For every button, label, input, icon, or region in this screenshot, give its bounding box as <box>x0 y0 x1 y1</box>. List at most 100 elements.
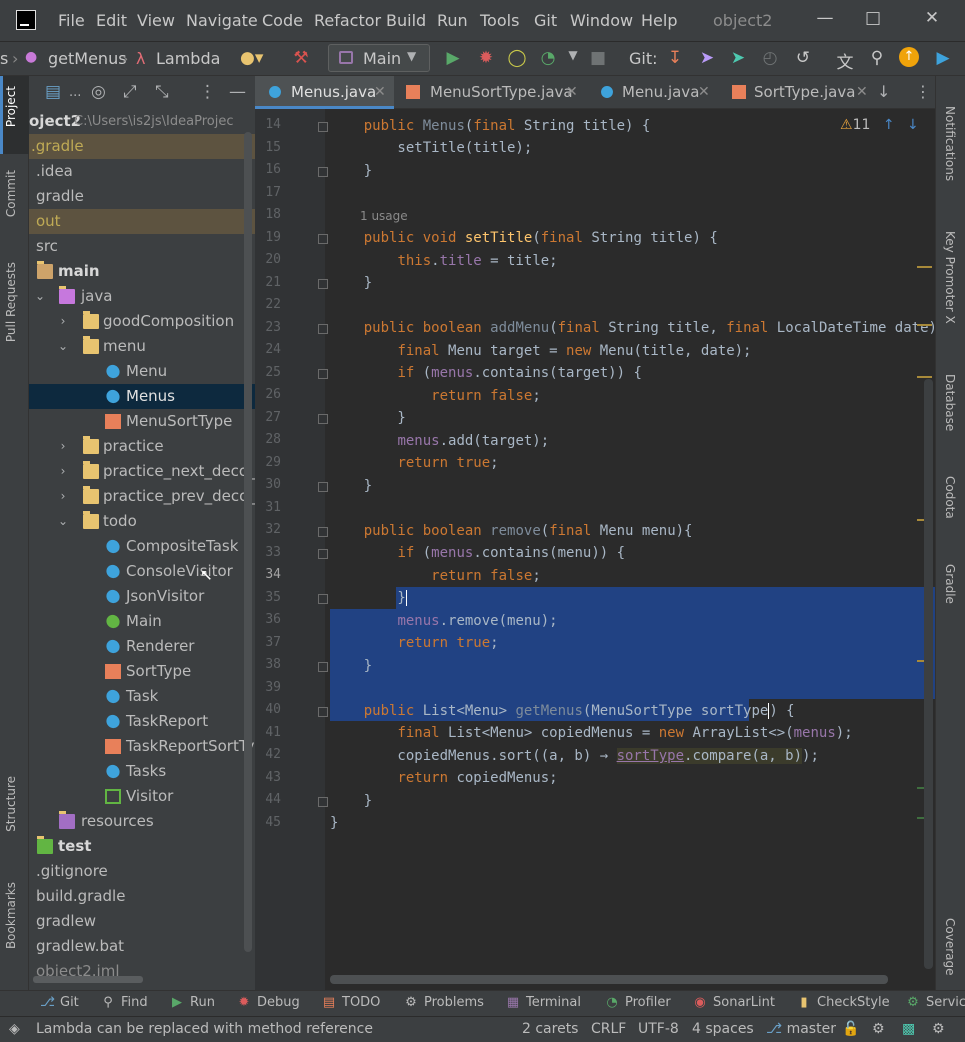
close-tab-icon[interactable]: ✕ <box>856 76 868 109</box>
tool-checkstyle[interactable]: ▮ CheckStyle <box>797 995 889 1010</box>
tool-terminal[interactable]: ▦ Terminal <box>506 995 581 1010</box>
breadcrumb-method[interactable]: getMenus <box>48 49 127 68</box>
tree-item[interactable]: out <box>29 209 255 234</box>
fold-marker-icon[interactable] <box>318 324 328 334</box>
tool-notifications[interactable]: Notifications <box>943 106 957 181</box>
tool-database[interactable]: Database <box>943 374 957 431</box>
indent-setting[interactable]: 4 spaces <box>692 1021 754 1037</box>
tree-item[interactable]: TaskReport <box>29 709 255 734</box>
tree-item[interactable]: Main <box>29 609 255 634</box>
file-encoding[interactable]: UTF-8 <box>638 1021 679 1037</box>
code-editor[interactable]: ⚠11 ↑ ↓ 1 usage public Menus(final Strin… <box>255 109 935 990</box>
update-available-icon[interactable]: ↑ <box>899 47 919 67</box>
close-tab-icon[interactable]: ✕ <box>698 76 710 109</box>
chevron-down-icon[interactable]: ⌄ <box>33 284 47 309</box>
tab-list-arrow-icon[interactable]: ↓ <box>877 82 890 101</box>
tree-item[interactable]: TaskReportSortType <box>29 734 255 759</box>
search-icon[interactable]: ⚲ <box>866 48 888 68</box>
fold-marker-icon[interactable] <box>318 279 328 289</box>
fold-marker-icon[interactable] <box>318 549 328 559</box>
tool-key-promoter[interactable]: Key Promoter X <box>943 231 957 324</box>
tree-root[interactable]: oject2 C:\Users\is2js\IdeaProjec <box>29 109 255 134</box>
maximize-icon[interactable]: □ <box>858 8 888 28</box>
tree-item[interactable]: gradle <box>29 184 255 209</box>
tab-sorttype-java[interactable]: SortType.java ✕ <box>718 76 873 109</box>
code-with-me-icon[interactable]: ▶ <box>932 48 954 68</box>
editor-scrollbar-vertical[interactable] <box>924 379 933 969</box>
tool-run[interactable]: ▶ Run <box>170 995 215 1010</box>
tree-item[interactable]: ⌄ menu <box>29 334 255 359</box>
tree-item[interactable]: test <box>29 834 255 859</box>
tool-structure[interactable]: Structure <box>4 776 18 832</box>
project-view-label[interactable]: ... <box>69 85 81 100</box>
stop-icon[interactable]: ■ <box>587 48 609 68</box>
more-run-chevron-icon[interactable]: ▼ <box>562 48 584 62</box>
tree-item[interactable]: src <box>29 234 255 259</box>
fold-marker-icon[interactable] <box>318 707 328 717</box>
debug-icon[interactable]: ✹ <box>475 48 497 68</box>
fold-marker-icon[interactable] <box>318 414 328 424</box>
coverage-run-icon[interactable]: ◯ <box>506 48 528 68</box>
build-hammer-icon[interactable]: ⚒ <box>290 48 312 68</box>
run-icon[interactable]: ▶ <box>442 48 464 68</box>
tree-item[interactable]: › practice_next_deco_for <box>29 459 255 484</box>
tool-git[interactable]: ⎇ Git <box>40 995 79 1010</box>
tool-pull-requests[interactable]: Pull Requests <box>4 262 18 342</box>
fold-marker-icon[interactable] <box>318 662 328 672</box>
warning-stripe-mark[interactable] <box>917 266 932 268</box>
status-message[interactable]: Lambda can be replaced with method refer… <box>36 1021 373 1037</box>
git-commit-icon[interactable]: ➤ <box>696 48 718 68</box>
close-tab-icon[interactable]: ✕ <box>566 76 578 109</box>
git-history-icon[interactable]: ◴ <box>759 48 781 68</box>
tree-item[interactable]: ⌄ todo <box>29 509 255 534</box>
users-icon[interactable]: ●▾ <box>240 48 263 68</box>
close-tab-icon[interactable]: ✕ <box>374 76 386 109</box>
chevron-right-icon[interactable]: › <box>56 309 70 334</box>
chevron-right-icon[interactable]: › <box>56 484 70 509</box>
menu-view[interactable]: View <box>137 11 175 30</box>
codota-icon[interactable]: ▩ <box>902 1021 915 1037</box>
tree-item[interactable]: ⌄ java <box>29 284 255 309</box>
tree-item[interactable]: SortType <box>29 659 255 684</box>
fold-marker-icon[interactable] <box>318 594 328 604</box>
tree-item[interactable]: Renderer <box>29 634 255 659</box>
chevron-right-icon[interactable]: › <box>56 459 70 484</box>
tool-problems[interactable]: ⚙ Problems <box>404 995 484 1010</box>
tree-item[interactable]: JsonVisitor <box>29 584 255 609</box>
chevron-right-icon[interactable]: › <box>56 434 70 459</box>
tree-item[interactable]: Visitor <box>29 784 255 809</box>
menu-help[interactable]: Help <box>641 11 677 30</box>
profiler-icon[interactable]: ◔ <box>537 48 559 68</box>
menu-build[interactable]: Build <box>386 11 426 30</box>
tab-menusorttype-java[interactable]: MenuSortType.java ✕ <box>396 76 586 109</box>
git-update-icon[interactable]: ↧ <box>664 48 686 68</box>
tree-item[interactable]: gradlew <box>29 909 255 934</box>
collapse-all-icon[interactable]: ⤡ <box>155 82 169 102</box>
tree-item[interactable]: › practice <box>29 434 255 459</box>
git-rollback-icon[interactable]: ↺ <box>792 48 814 68</box>
tree-item[interactable]: Menu <box>29 359 255 384</box>
tree-item[interactable]: › goodComposition <box>29 309 255 334</box>
menu-code[interactable]: Code <box>262 11 303 30</box>
menu-tools[interactable]: Tools <box>480 11 519 30</box>
menu-window[interactable]: Window <box>570 11 633 30</box>
tool-commit[interactable]: Commit <box>4 170 18 217</box>
caret-count[interactable]: 2 carets <box>522 1021 578 1037</box>
editor-scrollbar-horizontal[interactable] <box>330 975 888 984</box>
expand-all-icon[interactable]: ⤢ <box>123 82 137 102</box>
tool-codota[interactable]: Codota <box>943 476 957 519</box>
tree-item[interactable]: main <box>29 259 255 284</box>
select-opened-file-icon[interactable]: ◎ <box>91 82 106 102</box>
inspection-widget[interactable]: ⚠11 ↑ ↓ <box>840 117 919 133</box>
tree-item[interactable]: .gradle <box>29 134 255 159</box>
fold-marker-icon[interactable] <box>318 482 328 492</box>
tree-item[interactable]: gradlew.bat <box>29 934 255 959</box>
tab-menus-java[interactable]: Menus.java ✕ <box>255 76 394 109</box>
tool-gradle[interactable]: Gradle <box>943 564 957 604</box>
tree-item[interactable]: MenuSortType <box>29 409 255 434</box>
warning-stripe-mark[interactable] <box>917 376 932 378</box>
tool-coverage[interactable]: Coverage <box>943 918 957 976</box>
minimize-icon[interactable]: — <box>810 8 840 28</box>
tree-item[interactable]: resources <box>29 809 255 834</box>
tool-sonarlint[interactable]: ◉ SonarLint <box>693 995 775 1010</box>
